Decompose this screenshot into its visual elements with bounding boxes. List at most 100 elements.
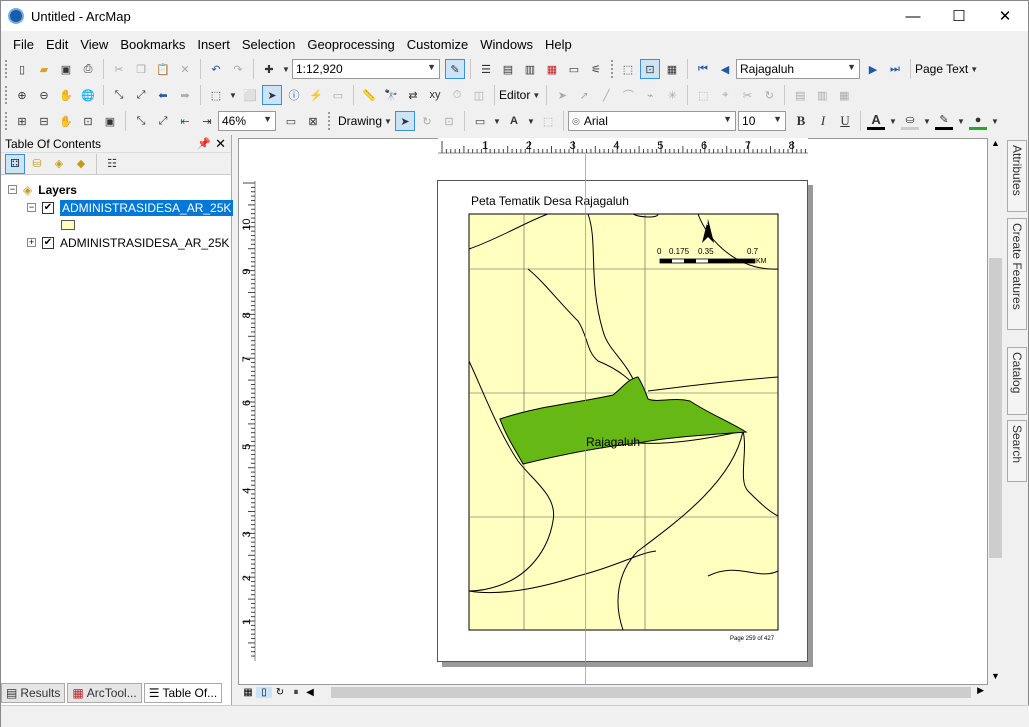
menu-view[interactable]: View xyxy=(74,37,114,52)
edit-tool-icon[interactable]: ➤ xyxy=(553,86,571,104)
menu-selection[interactable]: Selection xyxy=(236,37,301,52)
chevron-down-icon[interactable]: ▼ xyxy=(889,112,897,130)
clear-selection-icon[interactable]: ⬜ xyxy=(241,86,259,104)
arctoolbox-icon[interactable]: ▦ xyxy=(543,60,561,78)
line-color-icon[interactable]: ✎ xyxy=(935,112,954,130)
collapse-icon[interactable]: − xyxy=(27,203,36,212)
table-of-contents-icon[interactable]: ☰ xyxy=(477,60,495,78)
reshape-icon[interactable]: ⌖ xyxy=(716,86,734,104)
last-page-icon[interactable]: ⏭ xyxy=(886,60,904,78)
chevron-down-icon[interactable]: ▼ xyxy=(384,112,392,130)
viewer-window-icon[interactable]: ◫ xyxy=(470,86,488,104)
layer-item[interactable]: − ✔ ADMINISTRASIDESA_AR_25K xyxy=(27,199,234,216)
list-by-selection-icon[interactable]: ◆ xyxy=(72,155,90,173)
chevron-down-icon[interactable]: ▼ xyxy=(493,112,501,130)
village-label[interactable]: Rajagaluh xyxy=(586,435,640,449)
scroll-down-icon[interactable]: ▼ xyxy=(988,671,1003,685)
tab-table-of-contents[interactable]: ☰ Table Of... xyxy=(143,683,223,703)
end-point-arc-icon[interactable]: ⌒ xyxy=(619,86,637,104)
tab-arctoolbox[interactable]: ▦ ArcTool... xyxy=(67,683,142,703)
font-size-combo[interactable]: 10 ▼ xyxy=(738,111,787,131)
close-icon[interactable]: ✕ xyxy=(215,136,226,152)
focus-data-frame-icon[interactable]: ⊡ xyxy=(640,59,660,79)
layer-visibility-checkbox[interactable]: ✔ xyxy=(42,201,54,214)
cut-icon[interactable]: ✂ xyxy=(110,60,128,78)
next-page-icon[interactable]: ▶ xyxy=(864,60,882,78)
list-by-visibility-icon[interactable]: ◈ xyxy=(50,155,68,173)
select-elements-icon[interactable]: ⬚ xyxy=(619,60,637,78)
editor-toolbar-icon[interactable]: ✎ xyxy=(445,59,465,79)
tab-catalog[interactable]: Catalog xyxy=(1007,347,1027,415)
next-extent-icon[interactable]: ⇥ xyxy=(198,112,216,130)
select-features-icon[interactable]: ⬚ xyxy=(207,86,225,104)
create-features-icon[interactable]: ▦ xyxy=(835,86,853,104)
fixed-zoom-in-icon[interactable]: ⤡ xyxy=(110,86,128,104)
rotate-icon[interactable]: ↻ xyxy=(760,86,778,104)
tab-results[interactable]: ▤ Results xyxy=(1,683,66,703)
straight-segment-icon[interactable]: ╱ xyxy=(597,86,615,104)
layout-zoom-combo[interactable]: 46% ▼ xyxy=(218,111,276,131)
fixed-zoom-in-layout-icon[interactable]: ⤡ xyxy=(132,112,150,130)
pan-icon[interactable]: ✋ xyxy=(57,86,75,104)
drawing-menu[interactable]: Drawing xyxy=(338,114,382,128)
chevron-down-icon[interactable]: ▼ xyxy=(229,86,237,104)
chevron-down-icon[interactable]: ▼ xyxy=(970,60,978,78)
zoom-out-icon[interactable]: ⊖ xyxy=(35,86,53,104)
first-page-icon[interactable]: ⏮ xyxy=(694,60,712,78)
layout-zoom-in-icon[interactable]: ⊞ xyxy=(13,112,31,130)
menu-file[interactable]: File xyxy=(7,37,40,52)
copy-icon[interactable]: ❐ xyxy=(132,60,150,78)
menu-windows[interactable]: Windows xyxy=(474,37,539,52)
menu-help[interactable]: Help xyxy=(539,37,578,52)
hyperlink-icon[interactable]: ⚡ xyxy=(307,86,325,104)
undo-icon[interactable]: ↶ xyxy=(207,60,225,78)
identify-icon[interactable]: ⓘ xyxy=(285,86,303,104)
paste-icon[interactable]: 📋 xyxy=(154,60,172,78)
bold-button[interactable]: B xyxy=(792,112,810,130)
html-popup-icon[interactable]: ▭ xyxy=(329,86,347,104)
collapse-icon[interactable]: − xyxy=(8,185,17,194)
refresh-icon[interactable]: ↻ xyxy=(272,687,288,698)
legend-swatch-row[interactable] xyxy=(61,216,75,233)
python-window-icon[interactable]: ▭ xyxy=(565,60,583,78)
page-name-combo[interactable]: Rajagaluh ▼ xyxy=(736,59,860,79)
chevron-down-icon[interactable]: ▼ xyxy=(527,112,535,130)
previous-page-icon[interactable]: ◀ xyxy=(716,60,734,78)
edit-annotation-icon[interactable]: ➚ xyxy=(575,86,593,104)
scroll-left-icon[interactable]: ◀ xyxy=(304,687,316,698)
scroll-thumb[interactable] xyxy=(989,258,1002,558)
print-icon[interactable]: ⎙ xyxy=(79,60,97,78)
underline-button[interactable]: U xyxy=(836,112,854,130)
layout-pan-icon[interactable]: ✋ xyxy=(57,112,75,130)
chevron-down-icon[interactable]: ▼ xyxy=(991,112,999,130)
toggle-draft-icon[interactable]: ▭ xyxy=(282,112,300,130)
fixed-zoom-out-icon[interactable]: ⤢ xyxy=(132,86,150,104)
new-document-icon[interactable]: ▯ xyxy=(13,60,31,78)
rectangle-icon[interactable]: ▭ xyxy=(471,112,489,130)
tab-attributes[interactable]: Attributes xyxy=(1007,140,1027,212)
menu-bookmarks[interactable]: Bookmarks xyxy=(114,37,191,52)
layers-node[interactable]: − ◈ Layers xyxy=(8,181,77,198)
font-name-combo[interactable]: ◎ Arial ▼ xyxy=(568,111,737,131)
ruler-guide-line[interactable] xyxy=(585,154,586,684)
full-extent-icon[interactable]: 🌐 xyxy=(79,86,97,104)
edit-vertices-drawing-icon[interactable]: ⬚ xyxy=(539,112,557,130)
menu-customize[interactable]: Customize xyxy=(401,37,474,52)
maximize-button[interactable]: ☐ xyxy=(936,1,982,31)
scroll-thumb[interactable] xyxy=(331,687,971,698)
tab-create-features[interactable]: Create Features xyxy=(1007,218,1027,330)
search-window-icon[interactable]: ▥ xyxy=(521,60,539,78)
chevron-down-icon[interactable]: ▼ xyxy=(957,112,965,130)
layer-item[interactable]: + ✔ ADMINISTRASIDESA_AR_25K xyxy=(27,234,229,251)
catalog-window-icon[interactable]: ▤ xyxy=(499,60,517,78)
marker-color-icon[interactable]: ● xyxy=(969,112,988,130)
chevron-down-icon[interactable]: ▼ xyxy=(532,86,540,104)
zoom-100-percent-icon[interactable]: ▣ xyxy=(101,112,119,130)
go-forward-icon[interactable]: ➡ xyxy=(176,86,194,104)
italic-button[interactable]: I xyxy=(814,112,832,130)
edit-vertices-icon[interactable]: ⬚ xyxy=(694,86,712,104)
close-button[interactable]: ✕ xyxy=(982,1,1028,31)
redo-icon[interactable]: ↷ xyxy=(229,60,247,78)
fill-color-icon[interactable]: ⛀ xyxy=(901,112,920,130)
polygon-fill-swatch[interactable] xyxy=(61,219,75,230)
